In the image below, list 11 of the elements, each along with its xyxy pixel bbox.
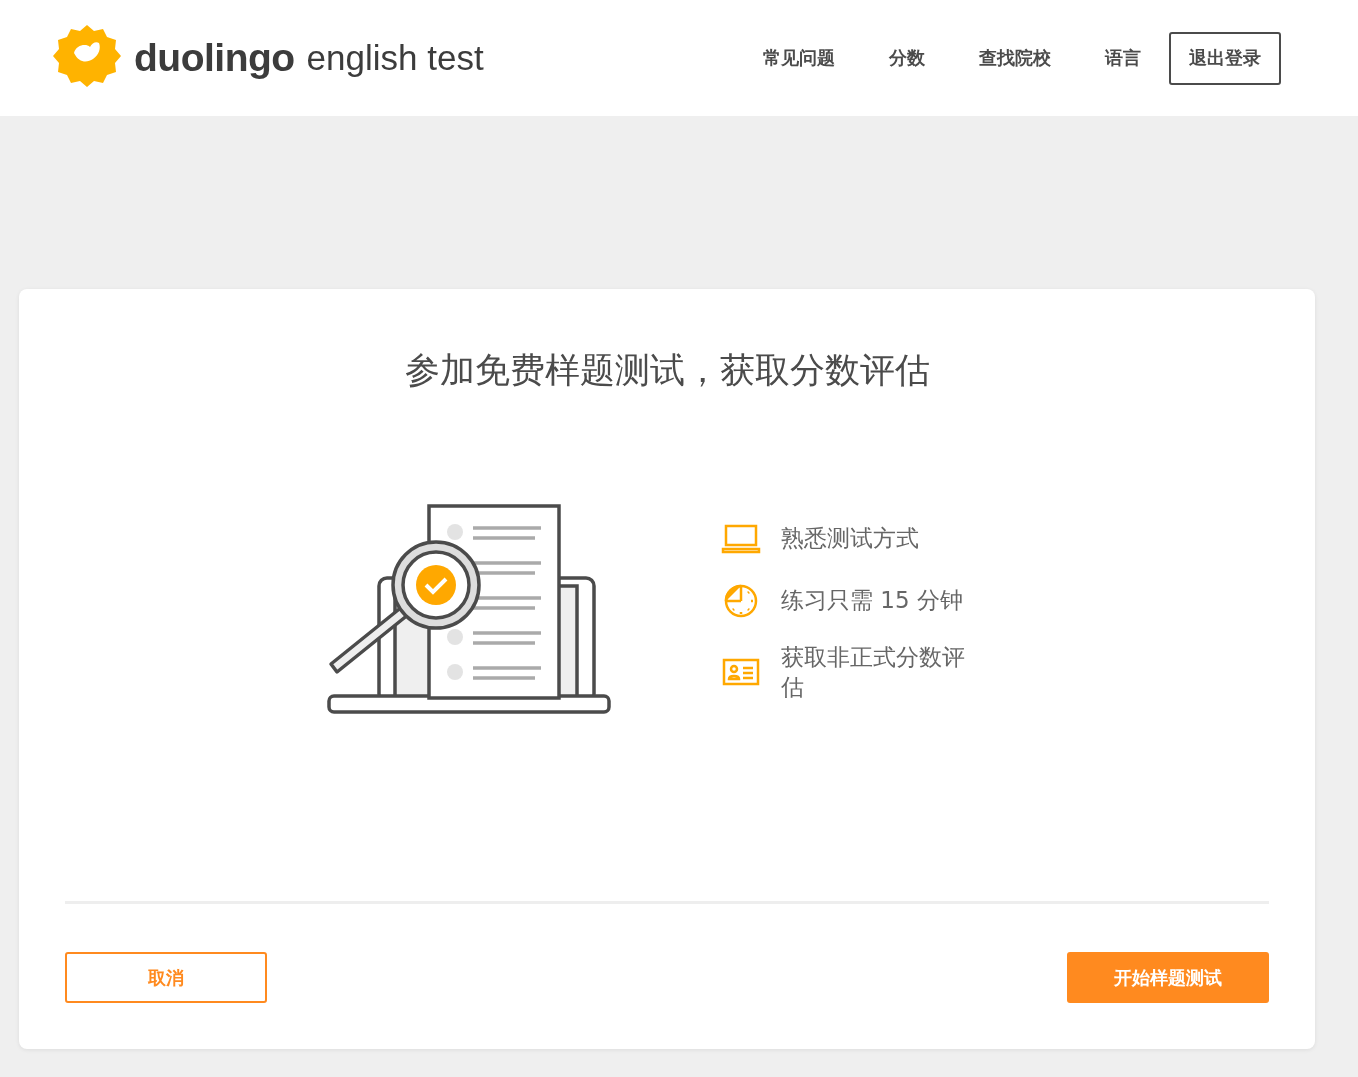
logout-button[interactable]: 退出登录 — [1169, 31, 1281, 85]
nav-link[interactable]: 语言 — [1105, 46, 1141, 70]
logo-product-text: english test — [306, 38, 484, 78]
feature-text: 熟悉测试方式 — [781, 523, 920, 553]
feature-text: 获取非正式分数评估 — [781, 642, 966, 702]
card-title: 参加免费样题测试，获取分数评估 — [403, 349, 931, 392]
logo-brand-text: duolingo — [134, 36, 295, 80]
nav-link[interactable]: 常见问题 — [763, 46, 835, 70]
nav-link[interactable]: 分数 — [889, 46, 925, 70]
nav-link[interactable]: 查找院校 — [979, 46, 1051, 70]
feature-text: 练习只需 15 分钟 — [781, 585, 964, 615]
